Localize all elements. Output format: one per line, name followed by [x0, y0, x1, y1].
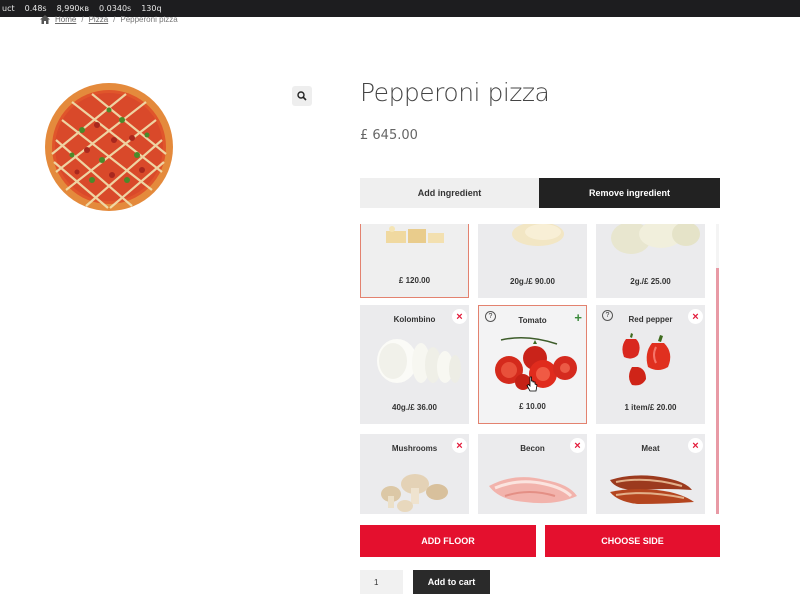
product-price: £ 645.00: [360, 128, 418, 143]
product-title: Pepperoni pizza: [360, 78, 550, 107]
ingredient-price: 40g./£ 36.00: [392, 403, 437, 412]
debug-item: uct: [2, 4, 15, 13]
ingredient-price: 20g./£ 90.00: [510, 277, 555, 286]
add-floor-button[interactable]: ADD FLOOR: [360, 525, 536, 557]
remove-icon[interactable]: ×: [688, 309, 703, 324]
ingredient-price: 2g./£ 25.00: [630, 277, 671, 286]
mushrooms-image: [380, 474, 448, 512]
ingredient-price: £ 120.00: [398, 276, 431, 285]
home-icon: [40, 15, 50, 24]
breadcrumb-category-link[interactable]: Pizza: [89, 15, 109, 24]
product-image: [45, 83, 173, 211]
remove-icon[interactable]: ×: [688, 438, 703, 453]
cheese-image: [385, 226, 444, 243]
ingredient-card-meat[interactable]: Meat ×: [596, 434, 705, 514]
red-pepper-image: [621, 333, 670, 386]
ingredient-card-red-pepper[interactable]: ? Red pepper × 1 item/£ 20.00: [596, 305, 705, 424]
remove-icon[interactable]: ×: [452, 309, 467, 324]
kolombino-cheese-image: [376, 339, 461, 383]
ingredient-price: 1 item/£ 20.00: [624, 403, 677, 412]
ingredient-card-kolombino[interactable]: Kolombino × 40g./£ 36.00: [360, 305, 469, 424]
ingredient-card[interactable]: 20g./£ 90.00: [478, 224, 587, 298]
ingredient-name: Tomato: [518, 316, 547, 325]
debug-item: 8,990кв: [56, 4, 90, 13]
breadcrumb-separator: /: [113, 15, 116, 24]
quantity-input[interactable]: [360, 570, 403, 594]
ingredient-card[interactable]: 2g./£ 25.00: [596, 224, 705, 298]
tab-remove-ingredient[interactable]: Remove ingredient: [539, 178, 720, 208]
bacon-slices-image: [488, 477, 577, 504]
add-icon[interactable]: +: [574, 310, 582, 325]
magnifier-icon: [297, 91, 307, 101]
zoom-button[interactable]: [292, 86, 312, 106]
grated-cheese-image: [511, 224, 564, 246]
tab-add-ingredient[interactable]: Add ingredient: [360, 178, 539, 208]
scrollbar-thumb[interactable]: [716, 268, 719, 514]
meat-bacon-image: [609, 475, 694, 504]
ingredient-card-mushrooms[interactable]: Mushrooms ×: [360, 434, 469, 514]
cursor-icon: [526, 376, 538, 392]
remove-icon[interactable]: ×: [570, 438, 585, 453]
ingredient-price: £ 10.00: [519, 402, 546, 411]
debug-item: 130q: [141, 4, 162, 13]
breadcrumb-current: Pepperoni pizza: [120, 15, 178, 24]
debug-item: 0.48s: [24, 4, 47, 13]
add-to-cart-button[interactable]: Add to cart: [413, 570, 490, 594]
breadcrumb-home-link[interactable]: Home: [55, 15, 76, 24]
ingredient-card[interactable]: £ 120.00: [360, 224, 469, 298]
ingredients-grid: £ 120.00 20g./£ 90.00 2g./£ 25.00 Kolomb…: [360, 224, 720, 514]
ingredient-tabs: Add ingredient Remove ingredient: [360, 178, 720, 208]
ingredient-card-becon[interactable]: Becon ×: [478, 434, 587, 514]
debug-item: 0.0340s: [99, 4, 132, 13]
remove-icon[interactable]: ×: [452, 438, 467, 453]
ingredients-scrollbar[interactable]: [716, 224, 719, 514]
breadcrumb: Home / Pizza / Pepperoni pizza: [40, 15, 178, 24]
breadcrumb-separator: /: [81, 15, 84, 24]
mozzarella-image: [610, 224, 700, 254]
choose-side-button[interactable]: CHOOSE SIDE: [545, 525, 720, 557]
ingredient-card-tomato[interactable]: ? Tomato + £ 10.00: [478, 305, 587, 424]
